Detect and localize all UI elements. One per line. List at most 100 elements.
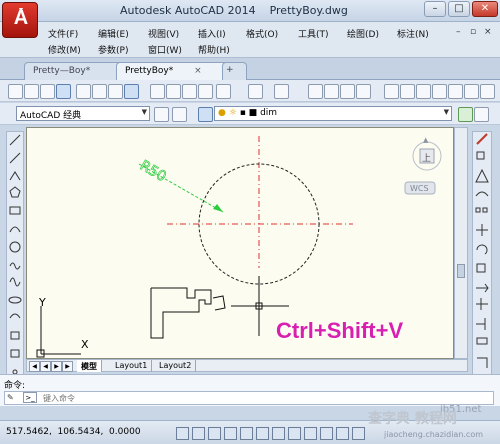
window-title: Autodesk AutoCAD 2014 PrettyBoy.dwg xyxy=(120,4,348,17)
menu-insert[interactable]: 插入(I) xyxy=(198,27,226,40)
plot-icon[interactable] xyxy=(76,84,91,99)
menu-help[interactable]: 帮助(H) xyxy=(198,43,230,56)
markup-icon[interactable] xyxy=(448,84,463,99)
close-icon[interactable]: ✕ xyxy=(472,1,498,17)
save-icon[interactable] xyxy=(56,84,71,99)
insert-block-icon xyxy=(10,331,20,340)
close-icon[interactable]: × xyxy=(194,66,202,76)
menu-format[interactable]: 格式(O) xyxy=(246,27,278,40)
command-window: 命令: ✎ >_ xyxy=(0,374,500,406)
cut-icon[interactable] xyxy=(150,84,165,99)
make-block-icon xyxy=(10,349,20,358)
ellipse-icon xyxy=(8,296,22,304)
menu-tools[interactable]: 工具(T) xyxy=(298,27,329,40)
standard-toolbar xyxy=(0,80,500,102)
doc-close-icon[interactable]: × xyxy=(484,27,492,37)
application-menu-button[interactable]: A ▼ xyxy=(2,2,38,38)
viewcube[interactable]: 上 ▲ xyxy=(412,136,442,171)
paste-icon[interactable] xyxy=(182,84,197,99)
layer-properties-icon[interactable] xyxy=(198,107,213,122)
command-input[interactable] xyxy=(43,392,483,404)
dynamic-input-icon[interactable] xyxy=(320,427,333,440)
tab-layout1[interactable]: Layout1 xyxy=(111,360,153,372)
tool-palettes-icon[interactable] xyxy=(416,84,431,99)
next-layout-icon[interactable]: ▶ xyxy=(51,361,62,372)
zoom-previous-icon[interactable] xyxy=(356,84,371,99)
last-layout-icon[interactable]: ▶ xyxy=(62,361,73,372)
sheet-set-icon[interactable] xyxy=(432,84,447,99)
dynamic-ucs-icon[interactable] xyxy=(304,427,317,440)
grid-display-icon[interactable] xyxy=(208,427,221,440)
revcloud-icon xyxy=(9,262,21,270)
zoom-realtime-icon[interactable] xyxy=(324,84,339,99)
menu-draw[interactable]: 绘图(D) xyxy=(347,27,379,40)
workspace-settings-icon[interactable] xyxy=(154,107,169,122)
shortcut-annotation: Ctrl+Shift+V xyxy=(276,318,404,343)
wrench-icon[interactable]: ✎ xyxy=(7,393,14,402)
3d-osnap-icon[interactable] xyxy=(272,427,285,440)
menu-file[interactable]: 文件(F) xyxy=(48,27,78,40)
prev-layout-icon[interactable]: ◀ xyxy=(40,361,51,372)
ortho-mode-icon[interactable] xyxy=(224,427,237,440)
layer-value: dim xyxy=(260,108,278,118)
layer-select[interactable]: ● ☼ ▪ ■ dim ▼ xyxy=(214,106,452,121)
scrollbar-thumb[interactable] xyxy=(457,264,465,278)
plus-icon: + xyxy=(226,65,234,75)
extend-icon xyxy=(476,318,486,330)
object-snap-tracking-icon[interactable] xyxy=(288,427,301,440)
polar-tracking-icon[interactable] xyxy=(240,427,253,440)
doc-restore-icon[interactable]: ▫ xyxy=(470,27,476,37)
menu-parametric[interactable]: 参数(P) xyxy=(98,43,128,56)
svg-text:▲: ▲ xyxy=(423,136,429,144)
minimize-icon[interactable]: – xyxy=(424,1,446,17)
menu-modify[interactable]: 修改(M) xyxy=(48,43,81,56)
workspace-more-icon[interactable] xyxy=(172,107,187,122)
preview-icon[interactable] xyxy=(92,84,107,99)
document-tabs: Pretty—Boy* PrettyBoy* × + xyxy=(0,58,500,84)
new-icon[interactable] xyxy=(8,84,23,99)
menu-edit[interactable]: 编辑(E) xyxy=(98,27,129,40)
properties-icon[interactable] xyxy=(384,84,399,99)
undo-icon[interactable] xyxy=(248,84,263,99)
tab-layout2[interactable]: Layout2 xyxy=(155,360,197,372)
zoom-window-icon[interactable] xyxy=(340,84,355,99)
copy-object-icon xyxy=(476,151,485,160)
matchprop-icon[interactable] xyxy=(198,84,213,99)
maximize-icon[interactable]: □ xyxy=(448,1,470,17)
menu-dimension[interactable]: 标注(N) xyxy=(397,27,429,40)
pan-icon[interactable] xyxy=(308,84,323,99)
draw-tools-svg xyxy=(8,134,22,393)
quick-properties-icon[interactable] xyxy=(352,427,365,440)
workspace-select[interactable]: AutoCAD 经典 ▼ xyxy=(16,106,150,121)
menu-window[interactable]: 窗口(W) xyxy=(148,43,182,56)
3d-publish-icon[interactable] xyxy=(124,84,139,99)
design-center-icon[interactable] xyxy=(400,84,415,99)
redo-icon[interactable] xyxy=(274,84,289,99)
construction-line-icon xyxy=(9,152,21,164)
block-editor-icon[interactable] xyxy=(216,84,231,99)
command-prompt-icon[interactable]: >_ xyxy=(23,392,37,403)
calculator-icon[interactable] xyxy=(464,84,479,99)
qnew-icon[interactable] xyxy=(24,84,39,99)
snap-mode-icon[interactable] xyxy=(192,427,205,440)
tab-model[interactable]: 模型 xyxy=(77,360,102,372)
make-layer-current-icon[interactable] xyxy=(458,107,473,122)
scale-icon xyxy=(476,263,486,273)
open-icon[interactable] xyxy=(40,84,55,99)
first-layout-icon[interactable]: ◀ xyxy=(29,361,40,372)
ucs-x-label: X xyxy=(81,338,89,351)
copy-icon[interactable] xyxy=(166,84,181,99)
infer-constraints-icon[interactable] xyxy=(176,427,189,440)
help-icon[interactable] xyxy=(480,84,495,99)
viewcube-face[interactable]: 上 xyxy=(422,153,431,164)
tab-label: Pretty—Boy* xyxy=(33,66,91,76)
publish-icon[interactable] xyxy=(108,84,123,99)
vertical-scrollbar[interactable] xyxy=(454,127,468,359)
menu-view[interactable]: 视图(V) xyxy=(148,27,179,40)
doc-minimize-icon[interactable]: – xyxy=(456,27,461,37)
layer-previous-icon[interactable] xyxy=(474,107,489,122)
command-input-row: ✎ >_ xyxy=(4,391,494,405)
object-snap-icon[interactable] xyxy=(256,427,269,440)
offset-icon xyxy=(475,191,489,197)
lineweight-icon[interactable] xyxy=(336,427,349,440)
